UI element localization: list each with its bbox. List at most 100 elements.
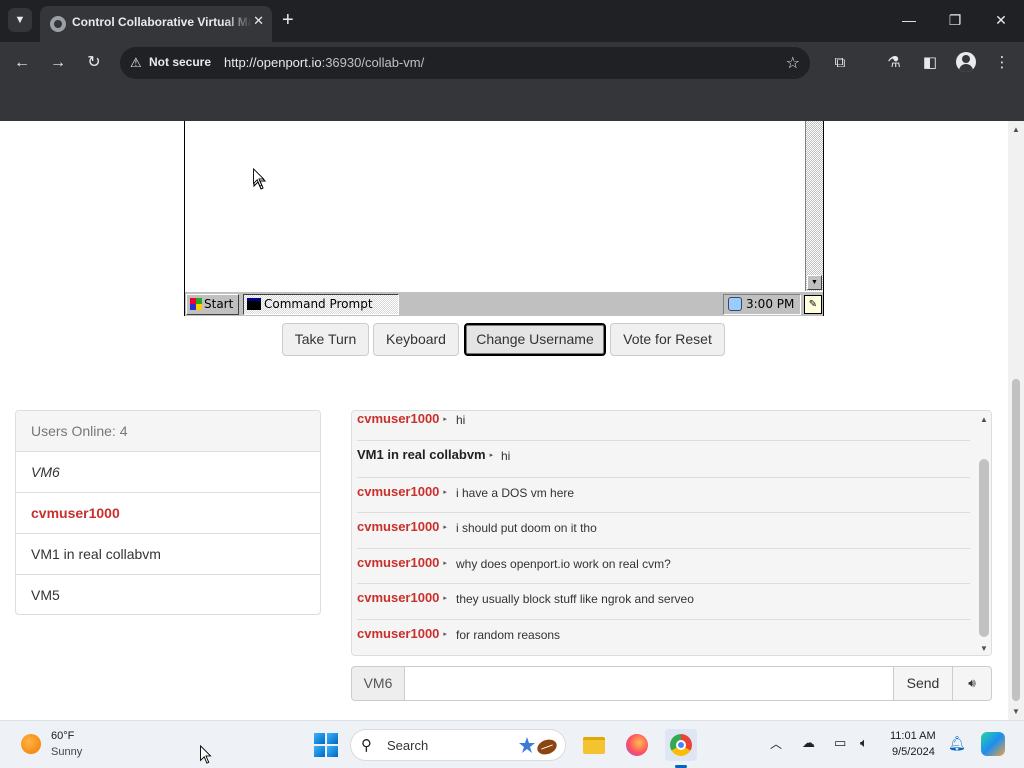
window-close-icon[interactable]: ✕ [986, 8, 1016, 32]
close-tab-icon[interactable]: ✕ [253, 13, 264, 29]
vm-taskbar-command-prompt[interactable]: Command Prompt [243, 294, 399, 315]
page-scroll-thumb[interactable] [1012, 379, 1020, 701]
vm-start-label: Start [204, 297, 234, 311]
chat-panel: cvmuser1000 ▸ hi VM1 in real collabvm ▸ hi… [351, 410, 992, 656]
onedrive-cloud-icon[interactable]: ☁ [802, 735, 815, 751]
search-icon: ⚲ [361, 737, 372, 754]
vm-system-tray: 3:00 PM [723, 294, 801, 315]
scroll-up-arrow-icon[interactable]: ▲ [1012, 125, 1020, 134]
browser-tab[interactable]: Control Collaborative Virtual Machine ✕ [40, 6, 272, 42]
scheduler-icon[interactable] [728, 297, 742, 311]
chat-message: cvmuser1000 ▸ hi [357, 411, 970, 441]
chat-message: cvmuser1000 ▸ i have a DOS vm here [357, 478, 970, 513]
vm-clock: 3:00 PM [746, 297, 795, 311]
chat-username-addon: VM6 [351, 666, 405, 701]
chat-message: cvmuser1000 ▸ for random reasons [357, 620, 970, 655]
caret-right-icon: ▸ [443, 489, 447, 496]
bookmarks-bar [0, 84, 1024, 121]
keyboard-button[interactable]: Keyboard [373, 323, 459, 356]
users-online-header: Users Online: 4 [16, 411, 320, 452]
page-content: ▼ Start Command Prompt 3:00 PM ✎ Take Tu… [0, 121, 1008, 720]
user-list-item[interactable]: VM1 in real collabvm [16, 534, 320, 575]
chat-username: cvmuser1000 ▸ [357, 484, 447, 499]
chat-scrollbar[interactable]: ▲ ▼ [976, 411, 991, 655]
new-tab-button[interactable]: + [282, 9, 294, 31]
network-icon[interactable]: ▭ [834, 735, 846, 751]
vm-window-label: Command Prompt [264, 297, 373, 311]
chrome-icon[interactable] [665, 729, 697, 768]
taskbar-search-box[interactable]: ⚲ Search [350, 729, 566, 761]
chat-message-input[interactable] [404, 666, 894, 701]
chat-username: cvmuser1000 ▸ [357, 626, 447, 641]
side-panel-icon[interactable]: ◧ [918, 51, 942, 75]
windows-taskbar: 60°F Sunny ⚲ Search ︿ ☁ ▭ 🔈︎ 11:01 AM 9/… [0, 720, 1024, 768]
chat-username: cvmuser1000 ▸ [357, 590, 447, 605]
chat-username: VM1 in real collabvm ▸ [357, 447, 494, 462]
search-highlight-icon [519, 737, 557, 755]
browser-toolbar: ← → ↻ ⚠ Not secure http://openport.io:36… [0, 42, 1024, 84]
chat-message: cvmuser1000 ▸ why does openport.io work o… [357, 549, 970, 584]
windows-start-icon[interactable] [314, 733, 338, 757]
tray-overflow-chevron-icon[interactable]: ︿ [770, 735, 782, 752]
scroll-down-arrow-icon[interactable]: ▼ [1012, 707, 1020, 716]
windows-logo-icon [190, 298, 202, 310]
restore-icon[interactable]: ❐ [940, 8, 970, 32]
page-scrollbar[interactable]: ▲ ▼ [1008, 121, 1024, 720]
extensions-icon[interactable]: ⧉ [828, 51, 852, 75]
profile-avatar-icon[interactable] [956, 52, 976, 72]
chat-text: i have a DOS vm here [456, 486, 575, 500]
vm-start-button[interactable]: Start [186, 294, 239, 315]
chat-message: cvmuser1000 ▸ they usually block stuff li… [357, 584, 970, 620]
caret-right-icon: ▸ [443, 416, 447, 423]
scroll-up-arrow-icon[interactable]: ▲ [980, 415, 988, 424]
user-list-item[interactable]: cvmuser1000 [16, 493, 320, 534]
sound-toggle-button[interactable]: 🔊︎ [952, 666, 992, 701]
chat-input-group: VM6 Send 🔊︎ [351, 666, 992, 701]
chat-scroll-thumb[interactable] [979, 459, 989, 637]
security-label[interactable]: Not secure [149, 55, 211, 69]
system-clock-date[interactable]: 9/5/2024 [892, 746, 935, 758]
warning-icon[interactable]: ⚠ [130, 55, 142, 71]
address-bar[interactable]: ⚠ Not secure http://openport.io:36930/co… [120, 47, 810, 79]
notification-bell-icon[interactable]: 🔔︎ [948, 735, 966, 752]
send-button[interactable]: Send [893, 666, 953, 701]
chat-text: hi [456, 413, 466, 427]
scroll-down-arrow-icon[interactable]: ▼ [980, 644, 988, 653]
forward-icon[interactable]: → [46, 51, 70, 75]
vote-reset-button[interactable]: Vote for Reset [610, 323, 725, 356]
url-text[interactable]: http://openport.io:36930/collab-vm/ [224, 55, 424, 70]
system-clock-time[interactable]: 11:01 AM [890, 730, 936, 742]
reload-icon[interactable]: ↻ [82, 51, 106, 75]
tab-search-button[interactable]: ▼ [8, 8, 32, 32]
labs-flask-icon[interactable]: ⚗ [882, 51, 906, 75]
vm-window-scrollbar[interactable]: ▼ [805, 121, 823, 291]
menu-kebab-icon[interactable]: ⋮ [990, 51, 1014, 75]
mouse-pointer-icon [200, 745, 212, 764]
sun-weather-icon[interactable] [21, 734, 41, 754]
weather-temperature[interactable]: 60°F [51, 730, 74, 742]
change-username-button[interactable]: Change Username [464, 323, 606, 356]
scroll-down-arrow-icon[interactable]: ▼ [807, 275, 822, 290]
copilot-icon[interactable] [981, 732, 1005, 756]
speaker-icon: 🔊︎ [968, 676, 976, 690]
chat-text: they usually block stuff like ngrok and … [456, 592, 694, 606]
back-icon[interactable]: ← [10, 51, 34, 75]
caret-right-icon: ▸ [443, 560, 447, 567]
vm-screen[interactable]: ▼ Start Command Prompt 3:00 PM ✎ [184, 121, 824, 316]
globe-icon [50, 16, 66, 32]
firefox-icon[interactable] [621, 729, 653, 761]
chat-username: cvmuser1000 ▸ [357, 411, 447, 426]
caret-right-icon: ▸ [443, 524, 447, 531]
user-list-item[interactable]: VM6 [16, 452, 320, 493]
file-explorer-icon[interactable] [578, 729, 610, 761]
weather-description[interactable]: Sunny [51, 746, 82, 758]
chat-text: i should put doom on it tho [456, 521, 597, 535]
caret-right-icon: ▸ [443, 631, 447, 638]
take-turn-button[interactable]: Take Turn [282, 323, 369, 356]
volume-muted-icon[interactable]: 🔈︎ [860, 735, 868, 751]
vm-notepad-icon[interactable]: ✎ [804, 295, 822, 314]
tab-title: Control Collaborative Virtual Machine [72, 15, 252, 29]
minimize-icon[interactable]: — [894, 8, 924, 32]
bookmark-star-icon[interactable]: ☆ [786, 53, 800, 73]
user-list-item[interactable]: VM5 [16, 575, 320, 614]
